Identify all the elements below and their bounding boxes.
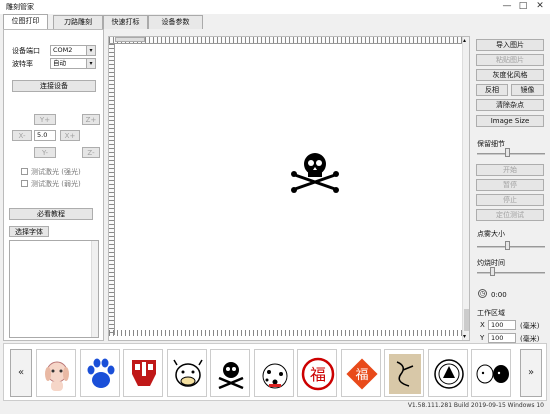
work-area-x-input[interactable]: 100 <box>488 320 516 330</box>
gallery-prev-button[interactable]: « <box>10 349 32 397</box>
tab-quick-mark[interactable]: 快速打标 <box>103 15 148 29</box>
jog-step-input[interactable]: 5.0 <box>34 130 56 141</box>
close-button[interactable]: ✕ <box>533 1 547 12</box>
port-value: COM2 <box>53 46 73 54</box>
minimize-button[interactable]: — <box>500 1 514 12</box>
work-area-x-label: X <box>480 321 485 329</box>
maximize-button[interactable]: □ <box>516 1 530 12</box>
vertical-scroll-thumb[interactable] <box>464 309 469 331</box>
mirror-button[interactable]: 镜像 <box>511 84 544 96</box>
burn-time-slider-track[interactable] <box>477 272 545 274</box>
gallery-next-button[interactable]: » <box>520 349 542 397</box>
port-select[interactable]: COM2 ▾ <box>50 45 96 56</box>
import-image-button[interactable]: 导入图片 <box>476 39 544 51</box>
fu-circle-icon[interactable]: 福 <box>297 349 337 397</box>
invert-button[interactable]: 反相 <box>476 84 508 96</box>
port-label: 设备端口 <box>12 47 40 55</box>
burn-time-slider-thumb[interactable] <box>489 267 495 276</box>
detail-slider-track[interactable] <box>477 153 545 155</box>
skull-crossbones-icon[interactable] <box>210 349 250 397</box>
dalmatian-icon[interactable] <box>253 349 294 397</box>
right-panel: 导入图片 粘贴图片 灰度化风格 反相 镜像 清除杂点 Image Size 保留… <box>474 36 548 343</box>
svg-text:福: 福 <box>310 365 326 384</box>
work-area-x-unit: (毫米) <box>520 322 540 330</box>
chevron-down-icon: ▾ <box>86 46 95 55</box>
image-gallery: « 福 福 » <box>3 343 547 401</box>
test-laser-weak-label: 测试激光 (弱光) <box>31 180 81 188</box>
left-panel: 设备端口 COM2 ▾ 波特率 自动 ▾ 连接设备 Y+ Z+ X- 5.0 X… <box>3 29 104 341</box>
paste-image-button[interactable]: 粘贴图片 <box>476 54 544 66</box>
choose-font-button[interactable]: 选择字体 <box>9 226 49 237</box>
bottom-ruler <box>109 330 464 336</box>
detail-label: 保留细节 <box>477 140 505 148</box>
tab-bitmap-print[interactable]: 位图打印 <box>3 14 48 29</box>
sheep-icon[interactable] <box>471 349 511 397</box>
test-laser-weak-checkbox[interactable] <box>21 180 28 187</box>
cow-icon[interactable] <box>166 349 207 397</box>
transformers-logo-icon[interactable] <box>123 349 163 397</box>
text-area-scrollbar[interactable] <box>91 241 98 337</box>
emblem-icon[interactable] <box>427 349 468 397</box>
version-status: V1.58.111.281 Build 2019-09-15 Windows 1… <box>407 402 544 409</box>
tutorial-button[interactable]: 必看教程 <box>9 208 93 220</box>
dot-size-slider-thumb[interactable] <box>505 241 511 250</box>
chevron-down-icon: ▾ <box>86 59 95 68</box>
jog-x-plus-button[interactable]: X+ <box>60 130 80 141</box>
jog-y-plus-button[interactable]: Y+ <box>34 114 56 125</box>
jog-z-plus-button[interactable]: Z+ <box>82 114 100 125</box>
work-area-y-label: Y <box>480 334 485 342</box>
start-button[interactable]: 开始 <box>476 164 544 176</box>
clean-noise-button[interactable]: 清除杂点 <box>476 99 544 111</box>
dragon-icon[interactable] <box>384 349 424 397</box>
scroll-up-icon[interactable]: ▴ <box>463 37 466 44</box>
left-ruler <box>109 44 115 335</box>
pause-button[interactable]: 暂停 <box>476 179 544 191</box>
svg-text:福: 福 <box>355 368 368 383</box>
image-size-button[interactable]: Image Size <box>476 115 544 127</box>
test-laser-strong-label: 测试激光 (强光) <box>31 168 81 176</box>
tab-device-params[interactable]: 设备参数 <box>148 15 203 29</box>
jog-y-minus-button[interactable]: Y- <box>34 147 56 158</box>
stop-button[interactable]: 停止 <box>476 194 544 206</box>
scroll-down-icon[interactable]: ▾ <box>463 333 466 340</box>
work-area-y-input[interactable]: 100 <box>488 333 516 343</box>
tab-path-engrave[interactable]: 刀路雕刻 <box>53 15 103 29</box>
vertical-scrollbar[interactable]: ▴ ▾ <box>462 37 469 340</box>
engrave-canvas[interactable]: ▴ ▾ <box>108 36 470 341</box>
jog-x-minus-button[interactable]: X- <box>12 130 32 141</box>
baud-value: 自动 <box>53 59 66 67</box>
top-ruler <box>109 37 464 44</box>
paw-icon[interactable] <box>79 349 120 397</box>
window-title: 雕刻管家 <box>6 3 34 11</box>
connect-button[interactable]: 连接设备 <box>12 80 96 92</box>
clock-icon: ◷ <box>478 289 487 298</box>
dot-size-slider-track[interactable] <box>477 246 545 248</box>
jog-z-minus-button[interactable]: Z- <box>82 147 100 158</box>
baud-select[interactable]: 自动 ▾ <box>50 58 96 69</box>
elapsed-time: 0:00 <box>491 291 507 299</box>
skull-crossbones-image[interactable] <box>289 149 341 193</box>
position-test-button[interactable]: 定位测试 <box>476 209 544 221</box>
test-laser-strong-checkbox[interactable] <box>21 168 28 175</box>
dot-size-label: 点雾大小 <box>477 230 505 238</box>
grayscale-button[interactable]: 灰度化风格 <box>476 69 544 81</box>
title-bar: 雕刻管家 — □ ✕ <box>0 0 550 14</box>
work-area-label: 工作区域 <box>477 309 505 317</box>
fu-diamond-icon[interactable]: 福 <box>340 349 381 397</box>
puppy-icon[interactable] <box>36 349 76 397</box>
detail-slider-thumb[interactable] <box>505 148 511 157</box>
baud-label: 波特率 <box>12 60 33 68</box>
text-input-area[interactable] <box>9 240 99 338</box>
horizontal-scroll-thumb[interactable] <box>115 37 145 42</box>
